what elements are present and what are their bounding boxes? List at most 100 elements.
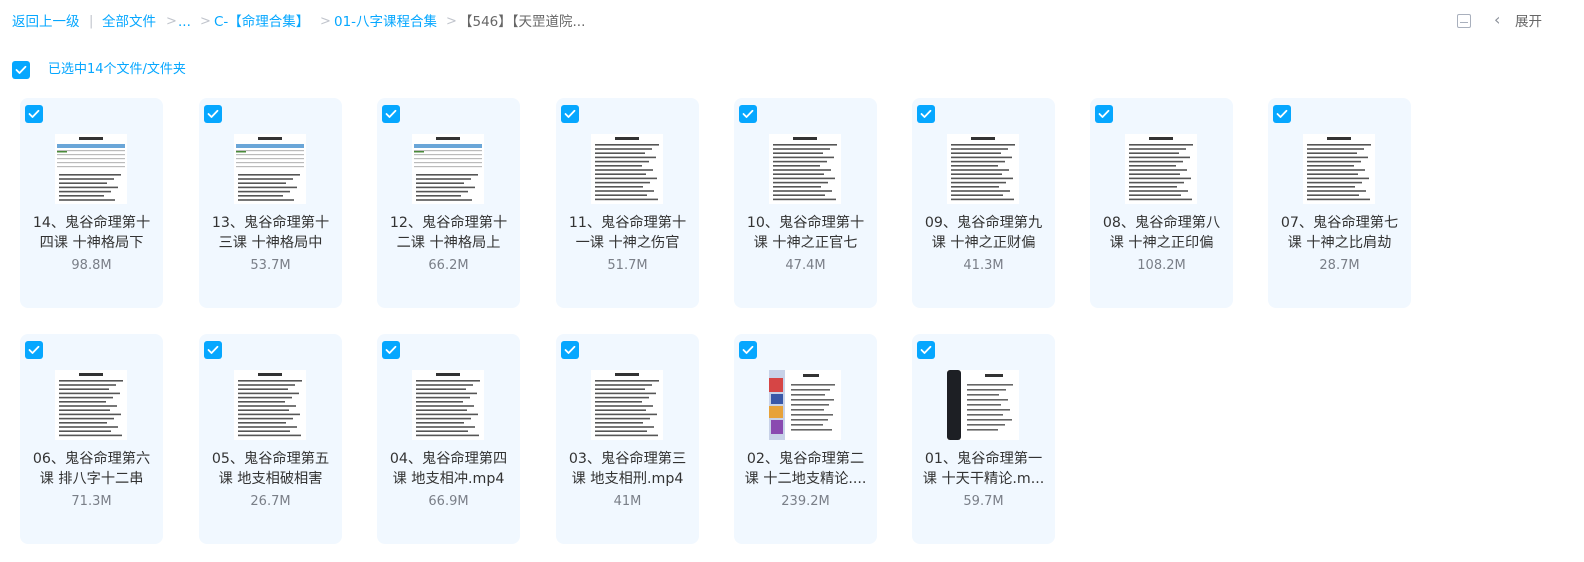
- file-checkbox[interactable]: [382, 105, 400, 123]
- file-thumbnail: [412, 134, 484, 204]
- breadcrumb-divider: |: [89, 14, 94, 29]
- file-thumbnail: [947, 370, 1019, 440]
- select-all-checkbox[interactable]: [12, 61, 30, 79]
- chevron-left-icon[interactable]: ‹: [1494, 12, 1500, 28]
- file-card[interactable]: 11、鬼谷命理第十一课 十神之伤官 51.7M: [556, 98, 699, 308]
- file-name[interactable]: 13、鬼谷命理第十三课 十神格局中: [207, 213, 334, 253]
- file-card[interactable]: 10、鬼谷命理第十课 十神之正官七 47.4M: [734, 98, 877, 308]
- breadcrumb-ellipsis[interactable]: ...: [178, 14, 191, 30]
- file-name[interactable]: 01、鬼谷命理第一课 十天干精论.m...: [920, 449, 1047, 489]
- file-checkbox[interactable]: [561, 105, 579, 123]
- file-card[interactable]: 14、鬼谷命理第十四课 十神格局下 98.8M: [20, 98, 163, 308]
- file-size: 53.7M: [250, 258, 291, 273]
- file-card[interactable]: 13、鬼谷命理第十三课 十神格局中 53.7M: [199, 98, 342, 308]
- back-link[interactable]: 返回上一级: [12, 14, 80, 30]
- file-card[interactable]: 06、鬼谷命理第六课 排八字十二串 71.3M: [20, 334, 163, 544]
- file-thumbnail: [1303, 134, 1375, 204]
- breadcrumb-separator: >: [446, 14, 457, 29]
- file-checkbox[interactable]: [204, 105, 222, 123]
- file-thumbnail: [947, 134, 1019, 204]
- file-name[interactable]: 03、鬼谷命理第三课 地支相刑.mp4: [564, 449, 691, 489]
- file-name[interactable]: 09、鬼谷命理第九课 十神之正财偏: [920, 213, 1047, 253]
- file-thumbnail: [55, 370, 127, 440]
- file-size: 26.7M: [250, 494, 291, 509]
- file-name[interactable]: 12、鬼谷命理第十二课 十神格局上: [385, 213, 512, 253]
- file-name[interactable]: 05、鬼谷命理第五课 地支相破相害: [207, 449, 334, 489]
- file-size: 41.3M: [963, 258, 1004, 273]
- file-checkbox[interactable]: [25, 341, 43, 359]
- file-checkbox[interactable]: [25, 105, 43, 123]
- checkmark-icon: [564, 345, 576, 354]
- file-card[interactable]: 12、鬼谷命理第十二课 十神格局上 66.2M: [377, 98, 520, 308]
- file-name[interactable]: 04、鬼谷命理第四课 地支相冲.mp4: [385, 449, 512, 489]
- file-size: 47.4M: [785, 258, 826, 273]
- checkmark-icon: [920, 109, 932, 118]
- checkmark-icon: [15, 65, 27, 74]
- file-card[interactable]: 09、鬼谷命理第九课 十神之正财偏 41.3M: [912, 98, 1055, 308]
- file-name[interactable]: 14、鬼谷命理第十四课 十神格局下: [28, 213, 155, 253]
- checkmark-icon: [1276, 109, 1288, 118]
- breadcrumb: 返回上一级 | 全部文件 > ... > C-【命理合集】 > 01-八字课程合…: [0, 0, 1584, 44]
- breadcrumb-all-files[interactable]: 全部文件: [102, 14, 156, 30]
- file-size: 28.7M: [1319, 258, 1360, 273]
- file-checkbox[interactable]: [917, 105, 935, 123]
- file-checkbox[interactable]: [917, 341, 935, 359]
- checkmark-icon: [207, 109, 219, 118]
- selection-count: 已选中14个文件/文件夹: [48, 62, 186, 77]
- file-card[interactable]: 07、鬼谷命理第七课 十神之比肩劫 28.7M: [1268, 98, 1411, 308]
- file-name[interactable]: 06、鬼谷命理第六课 排八字十二串: [28, 449, 155, 489]
- file-card[interactable]: 04、鬼谷命理第四课 地支相冲.mp4 66.9M: [377, 334, 520, 544]
- select-all-row: 已选中14个文件/文件夹: [12, 61, 186, 79]
- file-card[interactable]: 02、鬼谷命理第二课 十二地支精论.... 239.2M: [734, 334, 877, 544]
- file-size: 108.2M: [1137, 258, 1186, 273]
- file-checkbox[interactable]: [739, 341, 757, 359]
- file-name[interactable]: 11、鬼谷命理第十一课 十神之伤官: [564, 213, 691, 253]
- file-checkbox[interactable]: [1273, 105, 1291, 123]
- file-card[interactable]: 05、鬼谷命理第五课 地支相破相害 26.7M: [199, 334, 342, 544]
- file-thumbnail: [234, 370, 306, 440]
- breadcrumb-current: 【546】【天罡道院...: [459, 14, 586, 30]
- file-checkbox[interactable]: [204, 341, 222, 359]
- breadcrumb-c-folder[interactable]: C-【命理合集】: [214, 14, 309, 30]
- file-size: 71.3M: [71, 494, 112, 509]
- file-thumbnail: [769, 370, 841, 440]
- file-checkbox[interactable]: [382, 341, 400, 359]
- file-checkbox[interactable]: [1095, 105, 1113, 123]
- file-thumbnail: [591, 134, 663, 204]
- file-card[interactable]: 08、鬼谷命理第八课 十神之正印偏 108.2M: [1090, 98, 1233, 308]
- file-thumbnail: [591, 370, 663, 440]
- file-thumbnail: [769, 134, 841, 204]
- breadcrumb-separator: >: [320, 14, 331, 29]
- breadcrumb-bazi-folder[interactable]: 01-八字课程合集: [334, 14, 437, 30]
- checkmark-icon: [742, 109, 754, 118]
- checkmark-icon: [28, 345, 40, 354]
- list-view-icon[interactable]: [1457, 14, 1471, 28]
- file-name[interactable]: 02、鬼谷命理第二课 十二地支精论....: [742, 449, 869, 489]
- file-size: 66.9M: [428, 494, 469, 509]
- breadcrumb-separator: >: [166, 14, 177, 29]
- file-checkbox[interactable]: [739, 105, 757, 123]
- checkmark-icon: [207, 345, 219, 354]
- checkmark-icon: [28, 109, 40, 118]
- checkmark-icon: [1098, 109, 1110, 118]
- file-thumbnail: [1125, 134, 1197, 204]
- file-name[interactable]: 10、鬼谷命理第十课 十神之正官七: [742, 213, 869, 253]
- expand-button[interactable]: 展开: [1515, 14, 1542, 30]
- checkmark-icon: [742, 345, 754, 354]
- file-size: 66.2M: [428, 258, 469, 273]
- checkmark-icon: [564, 109, 576, 118]
- file-name[interactable]: 08、鬼谷命理第八课 十神之正印偏: [1098, 213, 1225, 253]
- file-size: 239.2M: [781, 494, 830, 509]
- file-card[interactable]: 01、鬼谷命理第一课 十天干精论.m... 59.7M: [912, 334, 1055, 544]
- checkmark-icon: [385, 109, 397, 118]
- file-size: 51.7M: [607, 258, 648, 273]
- file-checkbox[interactable]: [561, 341, 579, 359]
- checkmark-icon: [920, 345, 932, 354]
- file-name[interactable]: 07、鬼谷命理第七课 十神之比肩劫: [1276, 213, 1403, 253]
- file-thumbnail: [412, 370, 484, 440]
- file-size: 41M: [613, 494, 642, 509]
- breadcrumb-separator: >: [200, 14, 211, 29]
- file-card[interactable]: 03、鬼谷命理第三课 地支相刑.mp4 41M: [556, 334, 699, 544]
- file-size: 98.8M: [71, 258, 112, 273]
- checkmark-icon: [385, 345, 397, 354]
